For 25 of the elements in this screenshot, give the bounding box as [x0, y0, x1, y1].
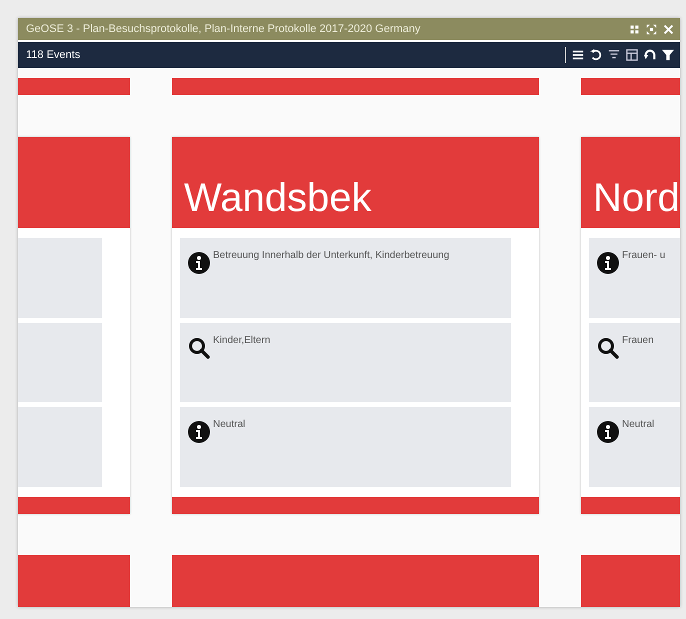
- item-text: Betreuung Innerhalb der Unterkunft, Kinderbetreuung: [213, 250, 450, 261]
- event-count: 118 Events: [26, 49, 82, 61]
- filter-icon[interactable]: [662, 49, 674, 61]
- grid-icon[interactable]: [629, 24, 640, 34]
- info-icon: [188, 421, 210, 444]
- item-text: Frauen: [622, 334, 654, 346]
- info-icon: [597, 421, 619, 444]
- window-title: GeOSE 3 - Plan-Besuchsprotokolle, Plan-Interne Protokolle 2017-2020 Germany: [26, 23, 422, 35]
- info-icon: [597, 252, 619, 274]
- expand-icon[interactable]: [646, 24, 657, 34]
- item-text: Kinder,Eltern: [213, 334, 270, 346]
- district-title: Wandsbek: [184, 178, 372, 218]
- search-icon: [597, 336, 619, 359]
- refresh-icon[interactable]: [590, 49, 602, 61]
- item-text: Neutral: [622, 419, 654, 430]
- district-title: Nord: [593, 178, 680, 218]
- item-text: Frauen- u: [622, 250, 666, 261]
- table-icon[interactable]: [626, 49, 638, 61]
- search-icon: [188, 336, 210, 359]
- close-icon[interactable]: [663, 24, 674, 34]
- undo-icon[interactable]: [644, 49, 656, 61]
- list-icon[interactable]: [572, 49, 584, 61]
- sort-filter-icon[interactable]: [608, 49, 620, 61]
- info-icon: [188, 252, 210, 274]
- item-text: Neutral: [213, 419, 246, 430]
